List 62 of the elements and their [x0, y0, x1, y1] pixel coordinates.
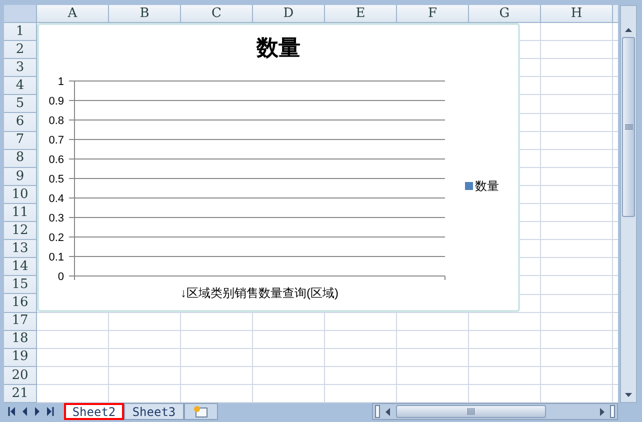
y-tick-label: 0.5: [48, 174, 64, 186]
column-header[interactable]: H: [541, 5, 613, 23]
y-tick-label: 0.4: [48, 193, 64, 205]
chart-area[interactable]: 数量 0 0.1 0.2 0.3 0.4 0.5 0.6 0.7 0.8 0.9 1 ↓区域类别销售数量查询(区域) 数量: [37, 23, 520, 312]
last-sheet-icon[interactable]: [46, 407, 54, 416]
row-header[interactable]: 3: [4, 59, 37, 78]
column-header[interactable]: C: [181, 5, 253, 23]
column-header[interactable]: F: [397, 5, 469, 23]
horizontal-scrollbar[interactable]: [372, 403, 618, 420]
previous-sheet-icon[interactable]: [22, 407, 28, 416]
row-header[interactable]: 9: [4, 168, 37, 186]
chart-title: 数量: [256, 37, 300, 59]
row-header[interactable]: 15: [4, 276, 37, 294]
row-header[interactable]: 14: [4, 258, 37, 276]
row-header[interactable]: 4: [4, 77, 37, 96]
sheet-tab[interactable]: Sheet2: [64, 403, 124, 420]
row-header[interactable]: 16: [4, 294, 37, 312]
row-header[interactable]: 1: [4, 23, 37, 42]
scroll-right-icon[interactable]: [598, 406, 606, 416]
row-header[interactable]: 13: [4, 240, 37, 258]
row-header[interactable]: 10: [4, 186, 37, 204]
y-tick-label: 0.1: [48, 252, 64, 264]
split-handle-icon[interactable]: [610, 405, 615, 418]
vertical-scrollbar[interactable]: [620, 5, 637, 403]
first-sheet-icon[interactable]: [8, 407, 16, 416]
y-tick-label: 0.9: [48, 96, 64, 108]
column-header[interactable]: B: [109, 5, 181, 23]
column-header[interactable]: D: [253, 5, 325, 23]
row-header[interactable]: 21: [4, 384, 37, 403]
y-tick-label: 0.6: [48, 154, 64, 166]
y-tick-label: 0.8: [48, 115, 64, 127]
row-header[interactable]: 8: [4, 150, 37, 168]
scroll-thumb[interactable]: [622, 37, 635, 217]
scroll-left-icon[interactable]: [384, 406, 392, 416]
column-header[interactable]: G: [469, 5, 541, 23]
row-header[interactable]: 5: [4, 95, 37, 114]
y-tick-label: 1: [58, 76, 64, 88]
y-tick-label: 0.7: [48, 134, 64, 146]
grip-icon: [624, 124, 632, 130]
sheet-tab[interactable]: Sheet3: [124, 403, 184, 420]
row-header[interactable]: 6: [4, 113, 37, 132]
column-header[interactable]: A: [37, 5, 109, 23]
split-handle-icon[interactable]: [375, 405, 380, 418]
row-header[interactable]: 18: [4, 330, 37, 349]
horizontal-scroll-thumb[interactable]: [396, 405, 546, 418]
y-tick-label: 0: [58, 271, 64, 283]
row-header[interactable]: 7: [4, 132, 37, 150]
y-tick-label: 0.2: [48, 232, 64, 244]
row-header[interactable]: 12: [4, 222, 37, 240]
next-sheet-icon[interactable]: [34, 407, 40, 416]
row-header[interactable]: 2: [4, 41, 37, 60]
row-header[interactable]: 19: [4, 348, 37, 367]
row-header[interactable]: 17: [4, 312, 37, 331]
grip-icon: [467, 408, 475, 415]
insert-sheet-tab[interactable]: [184, 403, 218, 420]
row-header[interactable]: 20: [4, 366, 37, 385]
column-header[interactable]: E: [325, 5, 397, 23]
new-sheet-icon: [193, 405, 209, 418]
axis-title[interactable]: ↓区域类别销售数量查询(区域): [180, 287, 338, 299]
y-tick-label: 0.3: [48, 212, 64, 224]
legend-label: 数量: [475, 180, 499, 192]
row-header[interactable]: 11: [4, 204, 37, 222]
